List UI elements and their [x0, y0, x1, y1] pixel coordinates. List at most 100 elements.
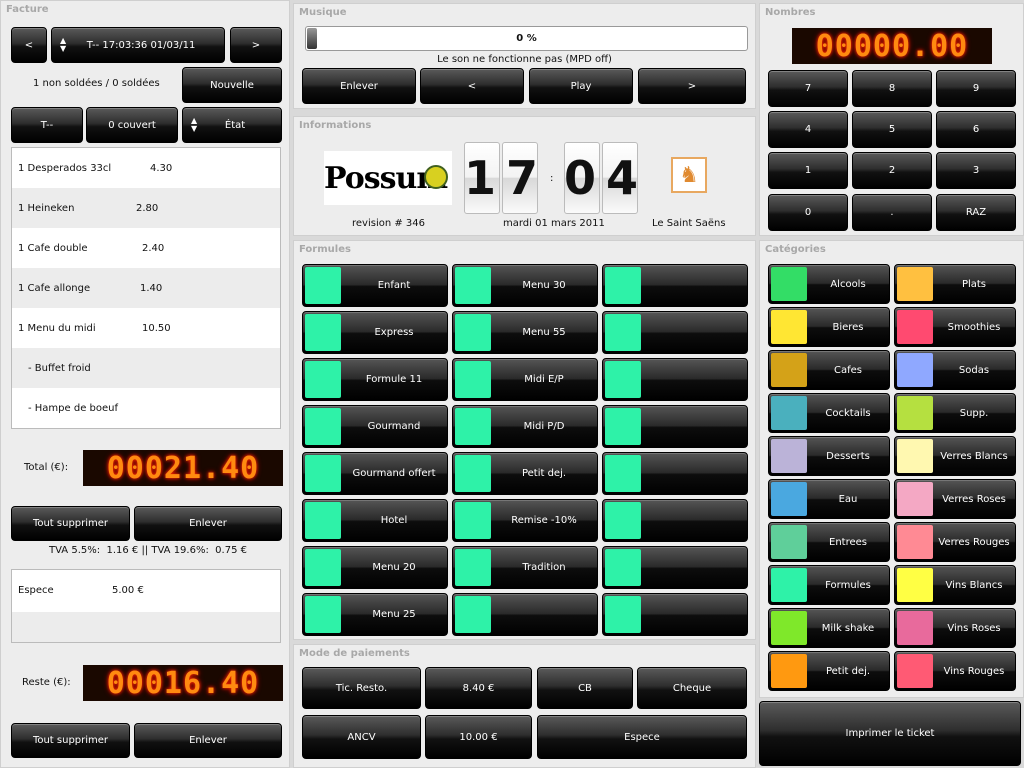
- key-1[interactable]: 1: [768, 152, 848, 189]
- category-button[interactable]: Cafes: [768, 350, 890, 390]
- formule-button[interactable]: Hotel: [302, 499, 448, 542]
- category-button[interactable]: Sodas: [894, 350, 1016, 390]
- formule-button[interactable]: Formule 11: [302, 358, 448, 401]
- formule-button[interactable]: [452, 593, 598, 636]
- key-8[interactable]: 8: [852, 70, 932, 107]
- ticket-item[interactable]: 1 Cafe allonge 1.40: [12, 268, 280, 308]
- category-button[interactable]: Smoothies: [894, 307, 1016, 347]
- music-progress-bar[interactable]: 0 %: [305, 26, 748, 51]
- category-button[interactable]: Entrees: [768, 522, 890, 562]
- print-ticket-button[interactable]: Imprimer le ticket: [759, 701, 1021, 766]
- formule-button[interactable]: [602, 358, 748, 401]
- category-button[interactable]: Verres Rouges: [894, 522, 1016, 562]
- category-button[interactable]: Petit dej.: [768, 651, 890, 691]
- formule-button[interactable]: Menu 25: [302, 593, 448, 636]
- formule-button[interactable]: [602, 593, 748, 636]
- formule-button[interactable]: [602, 452, 748, 495]
- key-4[interactable]: 4: [768, 111, 848, 148]
- ticket-item[interactable]: - Hampe de boeuf: [12, 388, 280, 428]
- music-next-button[interactable]: >: [638, 68, 746, 104]
- pay-amount-button-1[interactable]: 8.40 €: [425, 667, 532, 709]
- state-label: État: [224, 119, 246, 131]
- key-7[interactable]: 7: [768, 70, 848, 107]
- key-0[interactable]: 0: [768, 194, 848, 231]
- prev-ticket-button[interactable]: <: [11, 27, 47, 63]
- formule-color-swatch: [455, 502, 491, 539]
- category-button[interactable]: Formules: [768, 565, 890, 605]
- category-button[interactable]: Plats: [894, 264, 1016, 304]
- category-button[interactable]: Verres Blancs: [894, 436, 1016, 476]
- formule-button[interactable]: Menu 20: [302, 546, 448, 589]
- formule-button[interactable]: Gourmand: [302, 405, 448, 448]
- category-button[interactable]: Cocktails: [768, 393, 890, 433]
- pay-ancv-button[interactable]: ANCV: [302, 715, 421, 759]
- remove-item-button[interactable]: Enlever: [134, 506, 282, 541]
- ticket-item[interactable]: 1 Menu du midi 10.50: [12, 308, 280, 348]
- formule-color-swatch: [305, 455, 341, 492]
- ticket-item[interactable]: 1 Desperados 33cl 4.30: [12, 148, 280, 188]
- formule-button[interactable]: [602, 499, 748, 542]
- pay-cb-button[interactable]: CB: [537, 667, 633, 709]
- ticket-selector[interactable]: ▲ ▼ T-- 17:03:36 01/03/11: [51, 27, 225, 63]
- pay-cheque-button[interactable]: Cheque: [637, 667, 747, 709]
- formule-button[interactable]: Express: [302, 311, 448, 354]
- next-ticket-button[interactable]: >: [230, 27, 282, 63]
- category-button[interactable]: Milk shake: [768, 608, 890, 648]
- formule-button[interactable]: Petit dej.: [452, 452, 598, 495]
- formule-button[interactable]: Menu 30: [452, 264, 598, 307]
- delete-all-button-2[interactable]: Tout supprimer: [11, 723, 130, 758]
- ticket-item[interactable]: 1 Heineken 2.80: [12, 188, 280, 228]
- music-prev-button[interactable]: <: [420, 68, 524, 104]
- category-button[interactable]: Verres Roses: [894, 479, 1016, 519]
- formule-button[interactable]: [602, 546, 748, 589]
- state-selector[interactable]: ▲ ▼ État: [182, 107, 282, 143]
- formule-button[interactable]: Menu 55: [452, 311, 598, 354]
- formule-button[interactable]: Midi E/P: [452, 358, 598, 401]
- formule-label: [491, 594, 597, 635]
- covers-button[interactable]: 0 couvert: [86, 107, 178, 143]
- category-label: Alcools: [830, 278, 866, 290]
- payments-list[interactable]: Espece 5.00 €: [11, 569, 281, 643]
- music-remove-button[interactable]: Enlever: [302, 68, 416, 104]
- category-button[interactable]: Alcools: [768, 264, 890, 304]
- new-ticket-button[interactable]: Nouvelle: [182, 67, 282, 103]
- pay-espece-button[interactable]: Espece: [537, 715, 747, 759]
- key-decimal[interactable]: .: [852, 194, 932, 231]
- category-label: Petit dej.: [825, 665, 871, 677]
- key-9[interactable]: 9: [936, 70, 1016, 107]
- delete-all-button[interactable]: Tout supprimer: [11, 506, 130, 541]
- key-5[interactable]: 5: [852, 111, 932, 148]
- formule-button[interactable]: [602, 405, 748, 448]
- category-button[interactable]: Vins Roses: [894, 608, 1016, 648]
- formule-button[interactable]: [602, 311, 748, 354]
- category-button[interactable]: Vins Blancs: [894, 565, 1016, 605]
- formules-title: Formules: [299, 244, 351, 255]
- formule-button[interactable]: [602, 264, 748, 307]
- formule-button[interactable]: Remise -10%: [452, 499, 598, 542]
- key-raz[interactable]: RAZ: [936, 194, 1016, 231]
- key-2[interactable]: 2: [852, 152, 932, 189]
- key-3[interactable]: 3: [936, 152, 1016, 189]
- payment-row[interactable]: Espece 5.00 €: [12, 570, 280, 610]
- category-button[interactable]: Vins Rouges: [894, 651, 1016, 691]
- music-play-button[interactable]: Play: [529, 68, 633, 104]
- formule-button[interactable]: Gourmand offert: [302, 452, 448, 495]
- formule-color-swatch: [305, 314, 341, 351]
- formule-button[interactable]: Midi P/D: [452, 405, 598, 448]
- category-button[interactable]: Eau: [768, 479, 890, 519]
- category-button[interactable]: Bieres: [768, 307, 890, 347]
- formule-button[interactable]: Tradition: [452, 546, 598, 589]
- formule-button[interactable]: Enfant: [302, 264, 448, 307]
- remove-button-2[interactable]: Enlever: [134, 723, 282, 758]
- category-label: Desserts: [826, 450, 870, 462]
- pay-amount-button-2[interactable]: 10.00 €: [425, 715, 532, 759]
- key-6[interactable]: 6: [936, 111, 1016, 148]
- ticket-items-list[interactable]: 1 Desperados 33cl 4.30 1 Heineken 2.80 1…: [11, 147, 281, 429]
- pay-tic-resto-button[interactable]: Tic. Resto.: [302, 667, 421, 709]
- ticket-item[interactable]: 1 Cafe double 2.40: [12, 228, 280, 268]
- total-display: 00021.40: [83, 450, 283, 486]
- category-button[interactable]: Supp.: [894, 393, 1016, 433]
- table-button[interactable]: T--: [11, 107, 83, 143]
- category-button[interactable]: Desserts: [768, 436, 890, 476]
- ticket-item[interactable]: - Buffet froid: [12, 348, 280, 388]
